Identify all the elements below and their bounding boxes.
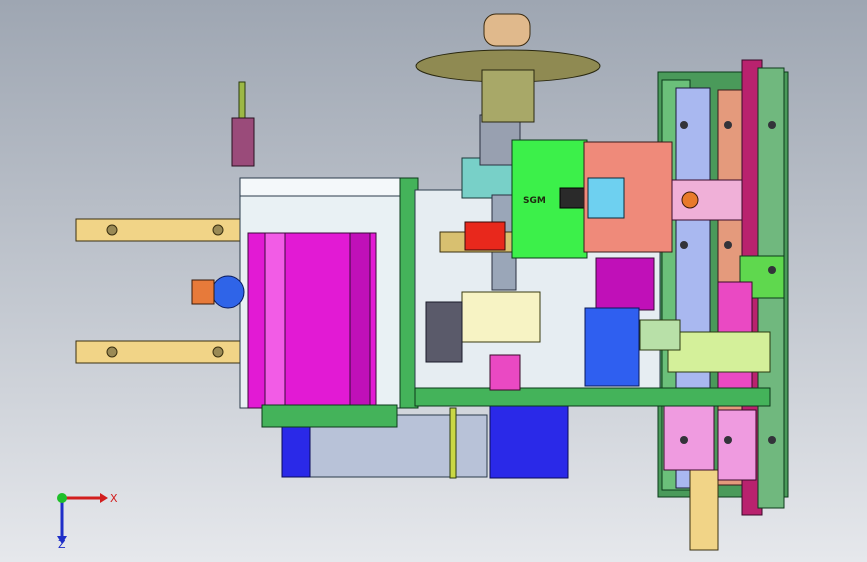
x-axis-label: X <box>110 492 118 505</box>
guide-bar-upper[interactable] <box>75 218 247 242</box>
x-axis-arrowhead <box>100 493 108 503</box>
left-post[interactable] <box>231 81 255 167</box>
blue-block[interactable] <box>584 307 640 387</box>
handwheel[interactable] <box>415 13 601 123</box>
assembly-model[interactable]: SGM <box>0 0 867 562</box>
servo-motor[interactable]: SGM <box>511 139 589 259</box>
vertical-rail-assembly[interactable] <box>657 59 789 551</box>
z-axis-label: Z <box>58 538 66 550</box>
coordinate-triad: X Z <box>57 492 118 550</box>
cad-viewport[interactable]: SGM X Z <box>0 0 867 562</box>
magenta-motor[interactable] <box>191 232 377 409</box>
y-axis-dot <box>57 493 67 503</box>
servo-motor-label: SGM <box>523 196 546 206</box>
guide-bar-lower[interactable] <box>75 340 247 364</box>
